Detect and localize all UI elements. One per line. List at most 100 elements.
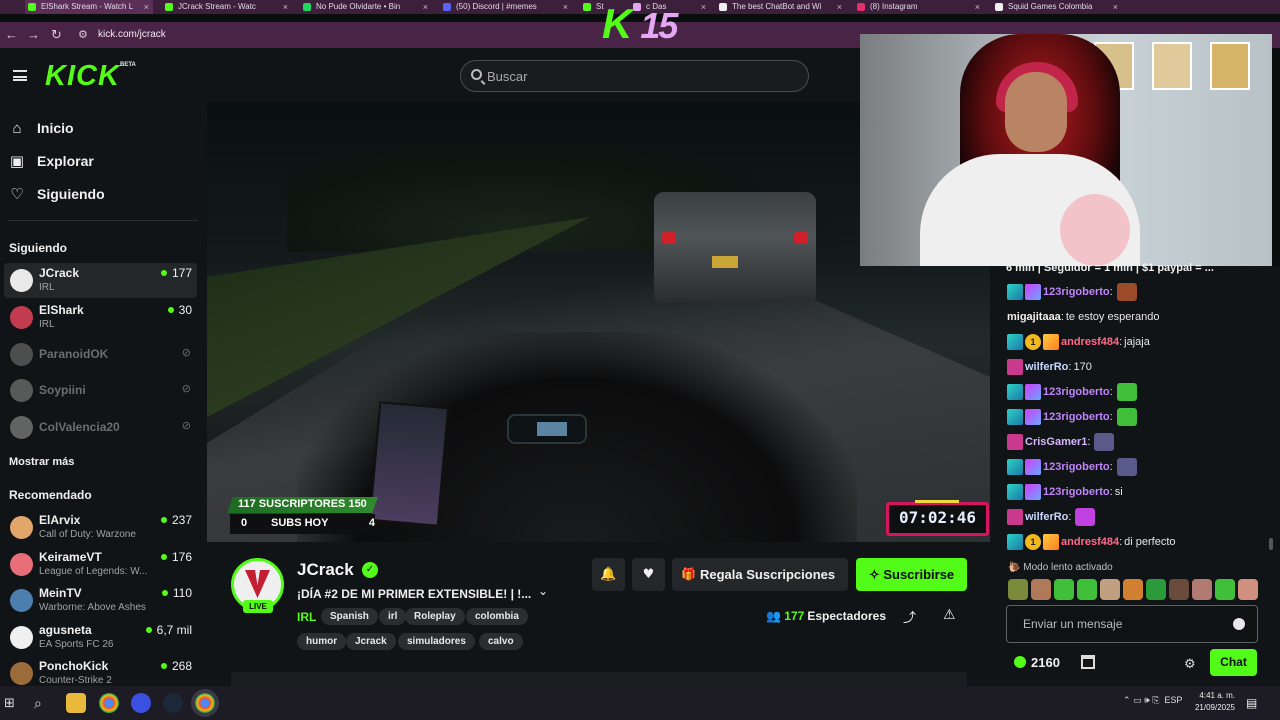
stream-tag[interactable]: colombia — [466, 608, 528, 625]
subscribe-button[interactable]: ✧ Suscribirse — [856, 558, 967, 591]
site-info-icon[interactable]: ⚙ — [78, 22, 88, 48]
system-tray[interactable]: ⌃ ▭ 🕪 ⎘ ESP — [1123, 695, 1182, 706]
channel-name[interactable]: JCrack — [297, 560, 354, 580]
sidebar-nav-siguiendo[interactable]: ♡ Siguiendo — [8, 183, 198, 207]
stream-tag[interactable]: Spanish — [321, 608, 378, 625]
share-icon[interactable]: ⤴ — [903, 607, 916, 626]
url-text[interactable]: kick.com/jcrack — [98, 22, 166, 48]
stream-category[interactable]: IRL — [297, 610, 316, 624]
recommended-channel-keiramevt[interactable]: KeirameVT League of Legends: W... 176 — [4, 547, 197, 582]
chat-username[interactable]: 123rigoberto — [1043, 486, 1110, 498]
store-icon[interactable] — [1081, 655, 1095, 669]
clock[interactable]: 4:41 a. m. 21/09/2025 — [1195, 690, 1235, 714]
following-channel-elshark[interactable]: ElShark IRL 30 — [4, 300, 197, 335]
close-tab-icon[interactable]: × — [144, 0, 149, 14]
following-channel-jcrack[interactable]: JCrack IRL 177 — [4, 263, 197, 298]
stream-tag[interactable]: humor — [297, 633, 347, 650]
channel-points[interactable]: 2160 — [1014, 655, 1060, 670]
recommended-channel-agusneta[interactable]: agusneta EA Sports FC 26 6,7 mil — [4, 620, 197, 655]
file-explorer-icon[interactable] — [66, 693, 86, 713]
quick-emote-icon[interactable] — [1100, 579, 1120, 600]
browser-tab[interactable]: JCrack Stream - Watc × — [162, 0, 292, 14]
follow-heart-button[interactable]: ♥ — [632, 558, 665, 591]
close-tab-icon[interactable]: × — [563, 0, 568, 14]
recommended-channel-elarvix[interactable]: ElArvix Call of Duty: Warzone 237 — [4, 510, 197, 545]
following-channel-paranoidok[interactable]: ParanoidOK ⊘ — [4, 337, 197, 372]
chat-message-input[interactable] — [1023, 606, 1223, 642]
search-input[interactable] — [487, 61, 787, 91]
chat-username[interactable]: CrisGamer1 — [1025, 436, 1087, 448]
stream-tag[interactable]: irl — [379, 608, 407, 625]
steam-icon[interactable] — [163, 693, 183, 713]
search-box[interactable] — [460, 60, 809, 92]
back-icon[interactable]: ← — [5, 22, 18, 48]
recommended-channel-meintv[interactable]: MeinTV Warborne: Above Ashes 110 — [4, 583, 197, 618]
quick-emote-icon[interactable] — [1008, 579, 1028, 600]
quick-emote-icon[interactable] — [1031, 579, 1051, 600]
close-tab-icon[interactable]: × — [1113, 0, 1118, 14]
show-more-link[interactable]: Mostrar más — [9, 456, 74, 468]
sidebar-nav-inicio[interactable]: ⌂ Inicio — [8, 117, 198, 141]
chat-username[interactable]: 123rigoberto — [1043, 286, 1110, 298]
windows-start-icon[interactable]: ⊞ — [4, 693, 24, 713]
sub-badge-icon — [1007, 534, 1023, 550]
quick-emote-icon[interactable] — [1146, 579, 1166, 600]
chevron-down-icon[interactable]: ⌄ — [538, 584, 548, 598]
tab-label: Squid Games Colombia — [1008, 2, 1093, 11]
sidebar-nav-label: Siguiendo — [37, 186, 105, 202]
notification-bell-button[interactable]: 🔔 — [592, 558, 625, 591]
taskbar-search-icon[interactable]: ⌕ — [34, 693, 54, 713]
following-channel-soypiini[interactable]: Soypiini ⊘ — [4, 373, 197, 408]
following-channel-colvalencia20[interactable]: ColValencia20 ⊘ — [4, 410, 197, 445]
stream-tag[interactable]: Jcrack — [346, 633, 396, 650]
browser-tab[interactable]: Squid Games Colombia × — [992, 0, 1122, 14]
browser-tab[interactable]: No Pude Olvidarte • Bin × — [300, 0, 432, 14]
chat-settings-gear-icon[interactable]: ⚙ — [1184, 656, 1196, 672]
notifications-icon[interactable]: ▤ — [1246, 693, 1266, 713]
quick-emote-icon[interactable] — [1123, 579, 1143, 600]
close-tab-icon[interactable]: × — [423, 0, 428, 14]
close-tab-icon[interactable]: × — [837, 0, 842, 14]
kick-logo[interactable]: KICK BETA — [45, 60, 136, 93]
menu-icon[interactable] — [13, 70, 27, 81]
chat-username[interactable]: andresf484 — [1061, 536, 1119, 548]
quick-emote-icon[interactable] — [1238, 579, 1258, 600]
gift-subs-button[interactable]: Regala Suscripciones — [672, 558, 848, 591]
app-icon[interactable] — [131, 693, 151, 713]
emoji-icon[interactable] — [1233, 618, 1245, 630]
browser-tab[interactable]: The best ChatBot and Wi × — [716, 0, 846, 14]
report-warning-icon[interactable]: ⚠ — [943, 606, 956, 623]
chat-username[interactable]: 123rigoberto — [1043, 461, 1110, 473]
quick-emote-icon[interactable] — [1192, 579, 1212, 600]
chat-username[interactable]: wilferRo — [1025, 361, 1068, 373]
chat-username[interactable]: 123rigoberto — [1043, 411, 1110, 423]
chat-username[interactable]: andresf484 — [1061, 336, 1119, 348]
close-tab-icon[interactable]: × — [701, 0, 706, 14]
quick-emote-icon[interactable] — [1077, 579, 1097, 600]
quick-emote-icon[interactable] — [1215, 579, 1235, 600]
send-chat-button[interactable]: Chat — [1210, 649, 1257, 676]
close-tab-icon[interactable]: × — [975, 0, 980, 14]
browser-tab[interactable]: (8) Instagram × — [854, 0, 984, 14]
chat-username[interactable]: wilferRo — [1025, 511, 1068, 523]
reload-icon[interactable]: ↻ — [51, 22, 62, 48]
chat-input-box[interactable] — [1006, 605, 1258, 643]
sub-badge-icon — [1007, 484, 1023, 500]
browser-tab[interactable]: (50) Discord | #memes × — [440, 0, 572, 14]
chat-username[interactable]: 123rigoberto — [1043, 386, 1110, 398]
stream-tag[interactable]: Roleplay — [405, 608, 465, 625]
chat-scrollbar[interactable] — [1269, 538, 1273, 550]
chrome-icon[interactable] — [99, 693, 119, 713]
stream-tag[interactable]: simuladores — [398, 633, 475, 650]
sidebar-nav-explorar[interactable]: ▣ Explorar — [8, 150, 198, 174]
channel-category: Call of Duty: Warzone — [39, 529, 136, 540]
chat-username[interactable]: migajitaaa — [1007, 311, 1061, 323]
stream-tag[interactable]: calvo — [479, 633, 523, 650]
chrome-active-icon[interactable] — [191, 689, 219, 717]
forward-icon[interactable]: → — [27, 22, 40, 48]
emote-bar[interactable] — [1008, 579, 1258, 601]
close-tab-icon[interactable]: × — [283, 0, 288, 14]
browser-tab[interactable]: ElShark Stream - Watch L × — [25, 0, 153, 14]
quick-emote-icon[interactable] — [1169, 579, 1189, 600]
quick-emote-icon[interactable] — [1054, 579, 1074, 600]
